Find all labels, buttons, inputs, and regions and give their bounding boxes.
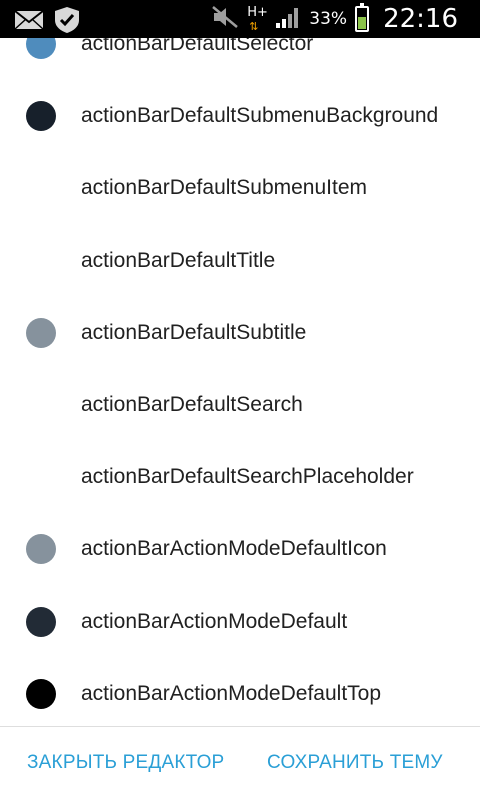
status-bar: H+ ⇅ 33% 22:16 — [0, 0, 480, 38]
color-swatch — [26, 101, 56, 132]
battery-icon — [355, 3, 370, 32]
theme-color-item[interactable]: actionBarDefaultSelector — [0, 38, 480, 80]
theme-color-item[interactable]: actionBarDefaultSubmenuItem — [0, 152, 480, 224]
theme-color-list[interactable]: actionBarDefaultSelector actionBarDefault… — [0, 38, 480, 726]
battery-percent: 33% — [309, 9, 348, 29]
theme-color-item[interactable]: actionBarDefaultTitle — [0, 225, 480, 297]
battery-fill — [358, 16, 367, 29]
theme-color-list-content: actionBarDefaultSelector actionBarDefault… — [0, 38, 480, 726]
theme-color-item-label: actionBarActionModeDefault — [81, 609, 348, 633]
theme-color-item-label: actionBarDefaultSubmenuItem — [81, 176, 367, 200]
theme-color-item-label: actionBarDefaultSubtitle — [81, 320, 307, 344]
color-swatch — [26, 534, 56, 565]
theme-color-item[interactable]: actionBarDefaultSubmenuBackground — [0, 80, 480, 152]
theme-color-item-label: actionBarDefaultTitle — [81, 248, 276, 272]
color-swatch — [26, 317, 56, 348]
status-bar-left — [14, 6, 80, 38]
mail-icon — [14, 8, 44, 37]
theme-color-item-label: actionBarActionModeDefaultTop — [81, 681, 382, 705]
theme-color-item[interactable]: actionBarDefaultSubtitle — [0, 297, 480, 369]
signal-icon — [275, 5, 301, 34]
theme-color-item[interactable]: actionBarActionModeDefaultTop — [0, 658, 480, 726]
color-swatch — [26, 38, 56, 59]
theme-color-item-label: actionBarDefaultSearchPlaceholder — [81, 465, 414, 489]
shield-check-icon — [54, 6, 80, 38]
color-swatch — [26, 606, 56, 637]
theme-color-item-label: actionBarDefaultSelector — [81, 38, 314, 55]
clock: 22:16 — [383, 4, 458, 34]
theme-color-item-label: actionBarDefaultSubmenuBackground — [81, 104, 439, 128]
theme-color-item[interactable]: actionBarDefaultSearchPlaceholder — [0, 441, 480, 513]
color-swatch — [26, 678, 56, 709]
theme-color-item-label: actionBarDefaultSearch — [81, 392, 303, 416]
status-bar-right: H+ ⇅ 33% 22:16 — [211, 0, 458, 38]
theme-color-item[interactable]: actionBarActionModeDefaultIcon — [0, 513, 480, 585]
theme-color-item[interactable]: actionBarActionModeDefault — [0, 586, 480, 658]
data-activity-arrows-icon: ⇅ — [249, 20, 259, 33]
network-h-plus-icon: H+ ⇅ — [247, 4, 268, 34]
theme-color-item-label: actionBarActionModeDefaultIcon — [81, 537, 387, 561]
close-editor-button[interactable]: ЗАКРЫТЬ РЕДАКТОР — [27, 752, 224, 774]
mute-icon — [211, 5, 239, 34]
save-theme-button[interactable]: СОХРАНИТЬ ТЕМУ — [267, 752, 443, 774]
editor-footer: ЗАКРЫТЬ РЕДАКТОР СОХРАНИТЬ ТЕМУ — [0, 727, 480, 800]
network-type-label: H+ — [247, 5, 268, 20]
theme-color-item[interactable]: actionBarDefaultSearch — [0, 369, 480, 441]
